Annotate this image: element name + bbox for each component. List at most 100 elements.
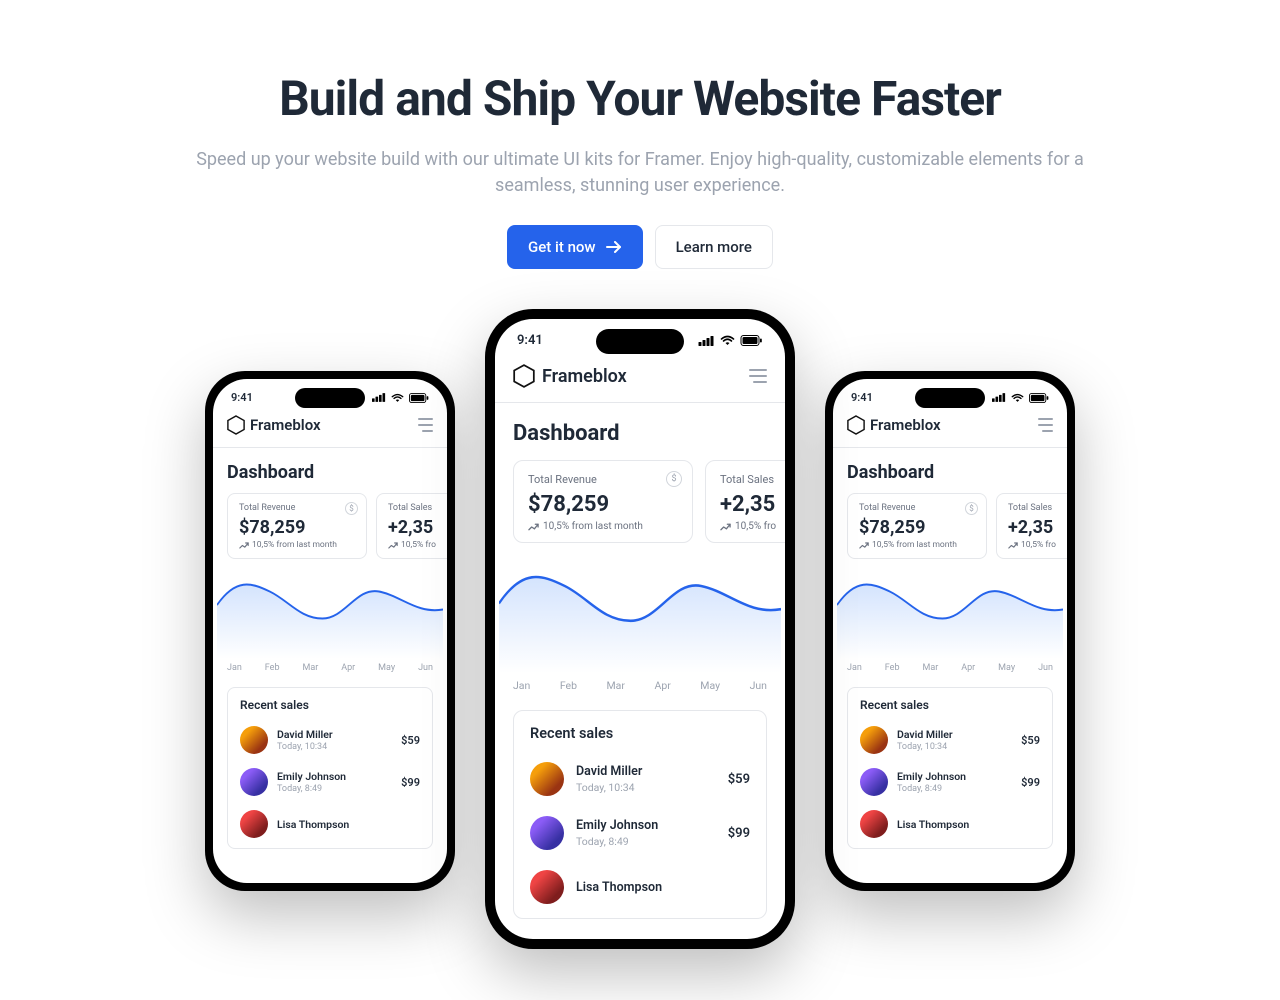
phone-center: 9:41 Frameblox Das — [485, 309, 795, 949]
sale-name: Lisa Thompson — [897, 818, 1040, 831]
sale-time: Today, 10:34 — [897, 742, 1012, 752]
status-time: 9:41 — [517, 333, 543, 348]
chart-months: Jan Feb Mar Apr May Jun — [495, 673, 785, 692]
recent-sales-title: Recent sales — [860, 698, 1040, 712]
sale-name: David Miller — [897, 728, 1012, 741]
sales-label: Total Sales — [720, 473, 785, 486]
sale-row: Lisa Thompson — [860, 806, 1040, 848]
hamburger-icon[interactable] — [1038, 418, 1053, 432]
avatar — [860, 810, 888, 838]
app-header: Frameblox — [213, 407, 447, 448]
brand: Frameblox — [847, 415, 941, 435]
trend-up-icon — [1008, 542, 1018, 549]
stat-cards: $ Total Revenue $78,259 10,5% from last … — [495, 460, 785, 543]
chart-months: Jan Feb Mar Apr May Jun — [833, 659, 1067, 673]
sale-amount: $59 — [1021, 734, 1040, 747]
status-time: 9:41 — [231, 391, 253, 404]
trend-up-icon — [720, 523, 731, 531]
dynamic-island — [295, 388, 365, 408]
sale-time: Today, 10:34 — [277, 742, 392, 752]
sale-time: Today, 8:49 — [576, 835, 716, 848]
recent-sales-title: Recent sales — [240, 698, 420, 712]
month-label: Mar — [922, 663, 938, 673]
revenue-label: Total Revenue — [528, 473, 678, 486]
sale-amount: $99 — [401, 776, 420, 789]
revenue-value: $78,259 — [859, 517, 975, 538]
revenue-label: Total Revenue — [239, 503, 355, 513]
sales-sub: 10,5% fro — [388, 540, 447, 550]
status-time: 9:41 — [851, 391, 873, 404]
status-icons — [372, 393, 429, 403]
sale-time: Today, 8:49 — [897, 784, 1012, 794]
line-chart — [499, 543, 781, 673]
dollar-icon: $ — [965, 502, 978, 515]
hero-subtitle: Speed up your website build with our ult… — [180, 147, 1100, 199]
sale-row: David Miller Today, 10:34 $59 — [240, 722, 420, 764]
month-label: Feb — [885, 663, 900, 673]
sales-card: Total Sales +2,35 10,5% fro — [705, 460, 785, 543]
brand-label: Frameblox — [870, 416, 941, 434]
revenue-value: $78,259 — [528, 492, 678, 517]
sale-time: Today, 8:49 — [277, 784, 392, 794]
month-label: Feb — [265, 663, 280, 673]
month-label: Feb — [560, 679, 577, 692]
line-chart — [217, 559, 443, 659]
month-label: May — [998, 663, 1015, 673]
sales-label: Total Sales — [1008, 503, 1067, 513]
hexagon-icon — [227, 415, 245, 435]
sale-name: Emily Johnson — [576, 818, 716, 833]
sale-name: Lisa Thompson — [576, 880, 750, 895]
dollar-icon: $ — [666, 471, 682, 487]
recent-sales-panel: Recent sales David Miller Today, 10:34 $… — [847, 687, 1053, 849]
avatar — [240, 768, 268, 796]
trend-up-icon — [239, 542, 249, 549]
sale-row: Emily Johnson Today, 8:49 $99 — [530, 810, 750, 864]
sale-row: Lisa Thompson — [240, 806, 420, 848]
app-header: Frameblox — [833, 407, 1067, 448]
learn-more-button[interactable]: Learn more — [655, 225, 773, 269]
month-label: Mar — [302, 663, 318, 673]
revenue-label: Total Revenue — [859, 503, 975, 513]
hamburger-icon[interactable] — [749, 369, 767, 383]
avatar — [240, 810, 268, 838]
learn-more-label: Learn more — [676, 238, 752, 256]
sale-name: David Miller — [576, 764, 716, 779]
line-chart — [837, 559, 1063, 659]
sale-row: Lisa Thompson — [530, 864, 750, 918]
sale-amount: $59 — [728, 772, 750, 787]
revenue-card: $ Total Revenue $78,259 10,5% from last … — [847, 493, 987, 559]
month-label: Apr — [654, 679, 670, 692]
month-label: Jan — [847, 663, 862, 673]
hexagon-icon — [513, 364, 535, 388]
page-title: Dashboard — [213, 448, 447, 493]
avatar — [860, 768, 888, 796]
month-label: Jan — [227, 663, 242, 673]
month-label: Jun — [1038, 663, 1053, 673]
sales-card: Total Sales +2,35 10,5% fro — [376, 493, 447, 559]
brand: Frameblox — [227, 415, 321, 435]
sale-row: David Miller Today, 10:34 $59 — [530, 756, 750, 810]
hamburger-icon[interactable] — [418, 418, 433, 432]
page-title: Dashboard — [833, 448, 1067, 493]
sale-row: Emily Johnson Today, 8:49 $99 — [240, 764, 420, 806]
sale-row: Emily Johnson Today, 8:49 $99 — [860, 764, 1040, 806]
sale-amount: $59 — [401, 734, 420, 747]
revenue-sub: 10,5% from last month — [859, 540, 975, 550]
sales-sub: 10,5% fro — [1008, 540, 1067, 550]
month-label: Mar — [607, 679, 625, 692]
phones-showcase: 9:41 Frameblox Das — [0, 309, 1280, 1000]
brand: Frameblox — [513, 364, 627, 388]
status-icons — [992, 393, 1049, 403]
month-label: May — [378, 663, 395, 673]
avatar — [240, 726, 268, 754]
revenue-card: $ Total Revenue $78,259 10,5% from last … — [227, 493, 367, 559]
revenue-card: $ Total Revenue $78,259 10,5% from last … — [513, 460, 693, 543]
trend-up-icon — [528, 523, 539, 531]
phone-right: 9:41 Frameblox Das — [825, 371, 1075, 891]
sales-value: +2,35 — [1008, 517, 1067, 538]
sales-value: +2,35 — [388, 517, 447, 538]
hexagon-icon — [847, 415, 865, 435]
get-it-now-button[interactable]: Get it now — [507, 225, 643, 269]
brand-label: Frameblox — [542, 366, 627, 387]
month-label: Jan — [513, 679, 530, 692]
